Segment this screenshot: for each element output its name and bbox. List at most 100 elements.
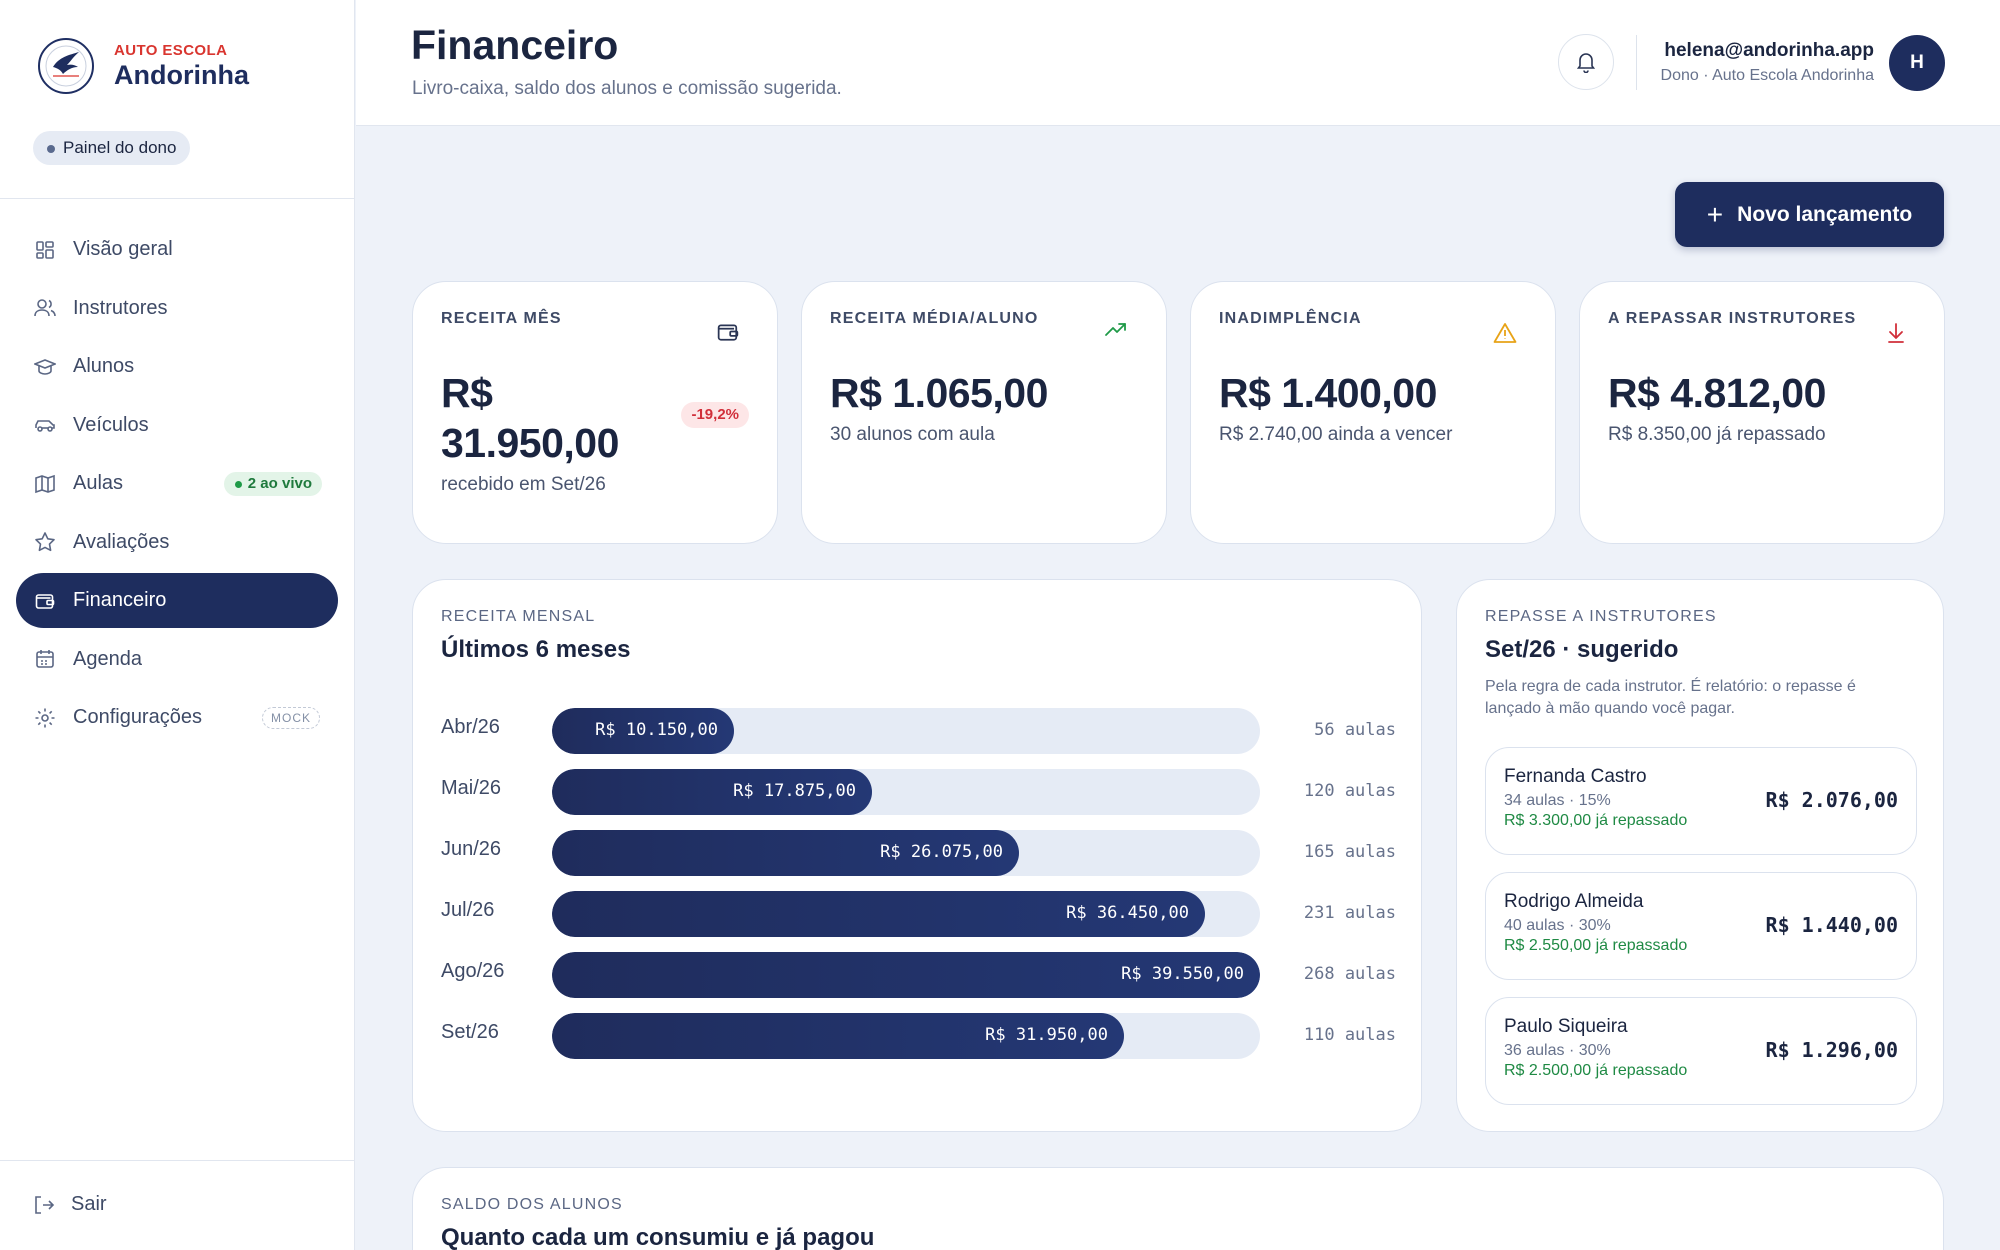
bar-track: R$ 39.550,00 — [552, 952, 1260, 998]
sidebar-item-financeiro[interactable]: Financeiro — [16, 573, 338, 628]
revenue-bar-row: Jul/26 R$ 36.450,00 231 aulas — [441, 891, 1396, 937]
kpi-value: R$ 1.065,00 — [830, 370, 1048, 416]
notifications-button[interactable] — [1558, 34, 1614, 90]
section-description: Pela regra de cada instrutor. É relatóri… — [1485, 678, 1856, 717]
section-label: RECEITA MENSAL — [441, 608, 596, 625]
instructor-payout-item[interactable]: Paulo Siqueira 36 aulas · 30% R$ 2.500,0… — [1485, 997, 1917, 1105]
sidebar-item-label: Veículos — [73, 413, 149, 436]
users-icon — [33, 296, 57, 320]
plus-icon: + — [1706, 198, 1724, 230]
kpi-value: R$ 4.812,00 — [1608, 370, 1826, 416]
new-entry-button[interactable]: + Novo lançamento — [1675, 182, 1944, 247]
instructor-amount: R$ 1.440,00 — [1765, 913, 1898, 937]
swallow-logo-icon — [38, 38, 94, 94]
brand[interactable]: AUTO ESCOLA Andorinha — [38, 38, 249, 94]
instructor-paid: R$ 3.300,00 já repassado — [1504, 812, 1688, 829]
page-subtitle: Livro-caixa, saldo dos alunos e comissão… — [412, 78, 842, 99]
section-title: Quanto cada um consumiu e já pagou — [441, 1224, 875, 1250]
sidebar-item-agenda[interactable]: Agenda — [16, 632, 338, 687]
instructor-payout-item[interactable]: Fernanda Castro 34 aulas · 15% R$ 3.300,… — [1485, 747, 1917, 855]
kpi-card-receita-mes: RECEITA MÊS R$ 31.950,00 -19,2% recebido… — [412, 281, 778, 544]
kpi-label: INADIMPLÊNCIA — [1219, 310, 1362, 327]
bar-track: R$ 31.950,00 — [552, 1013, 1260, 1059]
sidebar-item-label: Instrutores — [73, 296, 168, 319]
kpi-card-repassar: A REPASSAR INSTRUTORES R$ 4.812,00 R$ 8.… — [1579, 281, 1945, 544]
sidebar-item-visao-geral[interactable]: Visão geral — [16, 222, 338, 277]
section-title: Set/26 · sugerido — [1485, 636, 1679, 663]
revenue-bar: R$ 26.075,00 — [552, 830, 1019, 876]
sidebar-item-label: Visão geral — [73, 238, 173, 260]
bar-value-label: R$ 17.875,00 — [733, 781, 856, 801]
section-title: Últimos 6 meses — [441, 636, 631, 663]
sidebar-divider — [0, 1160, 355, 1161]
map-icon — [33, 472, 57, 496]
sidebar-item-configuracoes[interactable]: Configurações MOCK — [16, 690, 338, 745]
bar-track: R$ 17.875,00 — [552, 769, 1260, 815]
revenue-bar: R$ 10.150,00 — [552, 708, 734, 754]
header-divider — [1636, 35, 1637, 90]
bar-track: R$ 10.150,00 — [552, 708, 1260, 754]
revenue-bar: R$ 39.550,00 — [552, 952, 1260, 998]
live-lessons-badge: 2 ao vivo — [223, 472, 322, 496]
bar-lesson-count: 56 aulas — [1314, 720, 1396, 740]
star-icon — [33, 530, 57, 554]
sidebar-item-label: Agenda — [73, 647, 142, 670]
sidebar-item-avaliacoes[interactable]: Avaliações — [16, 515, 338, 570]
revenue-bar-row: Jun/26 R$ 26.075,00 165 aulas — [441, 830, 1396, 876]
download-icon — [1886, 322, 1906, 344]
kpi-label: RECEITA MÊS — [441, 310, 562, 327]
sidebar-divider — [0, 198, 355, 199]
instructor-payout-card: REPASSE A INSTRUTORES Set/26 · sugerido … — [1456, 579, 1944, 1132]
page-title: Financeiro — [411, 22, 619, 68]
user-role: Dono · Auto Escola Andorinha — [1660, 67, 1874, 84]
sidebar-item-veiculos[interactable]: Veículos — [16, 398, 338, 453]
kpi-label: A REPASSAR INSTRUTORES — [1608, 310, 1857, 327]
bar-track: R$ 26.075,00 — [552, 830, 1260, 876]
instructor-paid: R$ 2.500,00 já repassado — [1504, 1062, 1688, 1079]
sidebar-item-aulas[interactable]: Aulas 2 ao vivo — [16, 456, 338, 511]
logout-icon — [33, 1195, 55, 1215]
wallet-icon — [717, 322, 739, 342]
graduation-cap-icon — [33, 355, 57, 379]
student-balance-card: SALDO DOS ALUNOS Quanto cada um consumiu… — [412, 1167, 1944, 1250]
logout-label: Sair — [71, 1193, 107, 1215]
user-info[interactable]: helena@andorinha.app Dono · Auto Escola … — [1661, 40, 1874, 85]
sidebar-item-label: Alunos — [73, 355, 135, 377]
logout-button[interactable]: Sair — [33, 1193, 107, 1216]
bar-lesson-count: 231 aulas — [1303, 903, 1396, 923]
revenue-bar-row: Mai/26 R$ 17.875,00 120 aulas — [441, 769, 1396, 815]
instructor-payout-item[interactable]: Rodrigo Almeida 40 aulas · 30% R$ 2.550,… — [1485, 872, 1917, 980]
sidebar-item-instrutores[interactable]: Instrutores — [16, 281, 338, 336]
revenue-bar-row: Set/26 R$ 31.950,00 110 aulas — [441, 1013, 1396, 1059]
revenue-bar: R$ 17.875,00 — [552, 769, 872, 815]
brand-tagline: AUTO ESCOLA — [114, 41, 228, 59]
bar-value-label: R$ 10.150,00 — [595, 720, 718, 740]
section-label: SALDO DOS ALUNOS — [441, 1196, 623, 1213]
sidebar-nav: Visão geral Instrutores Alunos Veículos … — [16, 222, 338, 749]
kpi-sub: recebido em Set/26 — [441, 474, 606, 495]
bar-value-label: R$ 31.950,00 — [985, 1025, 1108, 1045]
sidebar-item-label: Financeiro — [73, 589, 167, 611]
kpi-card-receita-media: RECEITA MÉDIA/ALUNO R$ 1.065,00 30 aluno… — [801, 281, 1167, 544]
bar-value-label: R$ 36.450,00 — [1066, 903, 1189, 923]
instructor-name: Rodrigo Almeida — [1504, 891, 1644, 912]
instructor-amount: R$ 1.296,00 — [1765, 1038, 1898, 1062]
brand-name: Andorinha — [114, 59, 249, 90]
sidebar-item-alunos[interactable]: Alunos — [16, 339, 338, 394]
bar-lesson-count: 268 aulas — [1303, 964, 1396, 984]
avatar[interactable]: H — [1889, 35, 1945, 91]
kpi-sub: R$ 2.740,00 ainda a vencer — [1219, 424, 1453, 445]
wallet-icon — [33, 589, 57, 613]
user-email: helena@andorinha.app — [1664, 40, 1874, 61]
top-header: Financeiro Livro-caixa, saldo dos alunos… — [356, 0, 2000, 126]
mock-badge: MOCK — [262, 707, 320, 729]
bar-month-label: Ago/26 — [441, 960, 505, 982]
bar-month-label: Mai/26 — [441, 777, 502, 799]
sidebar-item-label: Aulas — [73, 472, 124, 494]
revenue-bar-row: Abr/26 R$ 10.150,00 56 aulas — [441, 708, 1396, 754]
sidebar-item-label: Configurações — [73, 706, 202, 728]
car-icon — [33, 413, 57, 437]
revenue-bar: R$ 36.450,00 — [552, 891, 1205, 937]
sidebar: AUTO ESCOLA Andorinha Painel do dono Vis… — [0, 0, 355, 1250]
bell-icon — [1576, 51, 1596, 73]
